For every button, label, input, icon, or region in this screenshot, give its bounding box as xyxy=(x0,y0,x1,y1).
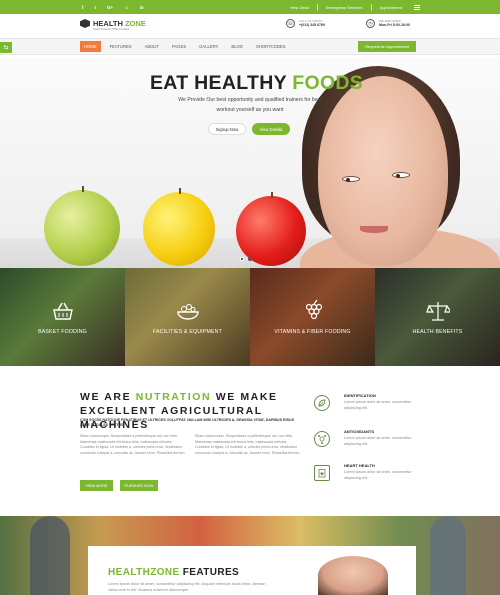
emergency-services-link[interactable]: Emergency Services xyxy=(326,5,363,10)
social-links: f t G+ ☺ in xyxy=(82,5,144,10)
about-title-a: WE ARE xyxy=(80,391,136,403)
feature-label: HEALTH BENEFITS xyxy=(412,329,463,335)
side-item-text: Lorem ipsum dolor sit amet, consectetur … xyxy=(344,400,412,410)
logo[interactable]: HEALTH ZONE Health & Beauty HTML Templat… xyxy=(80,19,146,31)
feature-label: VITAMINS & FIBER FOODING xyxy=(274,329,351,335)
request-appointment-button[interactable]: Request an Appointment xyxy=(358,41,416,52)
divider xyxy=(370,3,372,11)
hero-model-eye xyxy=(342,176,360,182)
about-title-accent: NUTRATION xyxy=(135,391,212,403)
clock-icon: ◷ xyxy=(366,19,375,28)
signup-button[interactable]: Signup Now xyxy=(208,123,246,135)
about-column-2: Etiam ullamcorper. Suspendisse a pellent… xyxy=(195,434,300,455)
banner-person xyxy=(430,516,466,595)
hero-title: EAT HEALTHY FOODS xyxy=(150,72,363,95)
slider-dot[interactable] xyxy=(248,257,252,261)
logo-accent: ZONE xyxy=(124,18,146,28)
side-item-text: Lorem ipsum dolor sit amet, consectetur … xyxy=(344,436,412,446)
linkedin-icon[interactable]: in xyxy=(140,5,144,10)
twitter-icon[interactable]: t xyxy=(95,5,97,10)
feature-label: BASKET FOODING xyxy=(38,329,87,335)
features-card-title-accent: HEALTHZONE xyxy=(108,567,180,578)
side-item-title: HEART HEALTH xyxy=(344,463,375,468)
feature-benefits[interactable]: HEALTH BENEFITS xyxy=(375,268,500,366)
nav-home[interactable]: HOME xyxy=(80,41,101,52)
feature-strip: BASKET FOODING FACILITIES & EQUIPMENT VI… xyxy=(0,268,500,366)
logo-text: HEALTH ZONE xyxy=(93,20,146,28)
top-bar: f t G+ ☺ in Help Desk Emergency Services… xyxy=(0,0,500,14)
contact-phone-value: +(012) 345 6789 xyxy=(299,23,325,28)
menu-icon[interactable] xyxy=(414,4,420,10)
contact-hours-value: Mon-Fri 8:00-16:00 xyxy=(379,23,410,28)
features-card-title-b: FEATURES xyxy=(179,567,240,578)
facebook-icon[interactable]: f xyxy=(82,5,84,10)
skype-icon[interactable]: ☺ xyxy=(124,5,129,10)
red-apple xyxy=(236,192,306,266)
hero-text: We Provide Our best opportunity and qual… xyxy=(178,97,322,113)
logo-main: HEALTH xyxy=(93,18,123,28)
nav-blog[interactable]: BLOG xyxy=(227,41,247,52)
leaf-icon xyxy=(314,395,330,411)
nav-features[interactable]: FEATURES xyxy=(106,41,136,52)
view-more-button[interactable]: VIEW MORE xyxy=(80,480,113,491)
feature-basket[interactable]: BASKET FOODING xyxy=(0,268,125,366)
clipboard-heart-icon xyxy=(314,465,330,481)
grapes-icon xyxy=(301,299,325,323)
card-model-image xyxy=(318,556,388,595)
nav-pages[interactable]: PAGES xyxy=(168,41,190,52)
about-caps-text: CUM SOCIIS NATOQUE PENATIBUS ET ULTRICES… xyxy=(80,418,294,428)
hero-model-eye xyxy=(392,172,410,178)
divider xyxy=(316,3,318,11)
feature-label: FACILITIES & EQUIPMENT xyxy=(153,329,222,335)
molecule-icon xyxy=(314,431,330,447)
side-item-title: ANTIOXIDANTS xyxy=(344,429,374,434)
settings-toggle-icon[interactable]: ⇆ xyxy=(0,42,12,53)
slider-dot[interactable] xyxy=(240,257,244,261)
feature-vitamins[interactable]: VITAMINS & FIBER FOODING xyxy=(250,268,375,366)
bowl-icon xyxy=(176,299,200,323)
side-item-text: Lorem ipsum dolor sit amet, consectetur … xyxy=(344,470,412,480)
pursued-now-button[interactable]: PURSUED NOW xyxy=(120,480,158,491)
top-links: Help Desk Emergency Services Appointment xyxy=(290,3,420,11)
slider-dots xyxy=(240,257,252,261)
yellow-apple xyxy=(143,188,215,266)
about-column-1: Etiam ullamcorper. Suspendisse a pellent… xyxy=(80,434,185,455)
feature-facilities[interactable]: FACILITIES & EQUIPMENT xyxy=(125,268,250,366)
logo-tagline: Health & Beauty HTML Template xyxy=(93,28,130,31)
header: HEALTH ZONE Health & Beauty HTML Templat… xyxy=(0,14,500,38)
green-apple xyxy=(44,186,120,266)
hero-model-lips xyxy=(360,226,388,233)
contact-hours: ◷ WE ARE OPEN! Mon-Fri 8:00-16:00 xyxy=(366,19,410,28)
side-item-title: IDENTIFICATION xyxy=(344,393,376,398)
nav-gallery[interactable]: GALLERY xyxy=(195,41,222,52)
features-card-text: Lorem ipsum dolor sit amet, consectetur … xyxy=(108,582,266,593)
hero-title-accent: FOODS xyxy=(292,72,364,94)
phone-icon: ☏ xyxy=(286,19,295,28)
google-plus-icon[interactable]: G+ xyxy=(107,5,113,10)
view-details-button[interactable]: View Details xyxy=(252,123,290,135)
features-card-title: HEALTHZONE FEATURES xyxy=(108,567,239,578)
main-nav: HOME FEATURES ABOUT PAGES GALLERY BLOG S… xyxy=(80,41,290,52)
scale-icon xyxy=(425,299,450,323)
contact-phone: ☏ CALL US TODAY! +(012) 345 6789 xyxy=(286,19,325,28)
nav-shortcodes[interactable]: SHORTCODES xyxy=(252,41,289,52)
appointment-link[interactable]: Appointment xyxy=(380,5,402,10)
nav-about[interactable]: ABOUT xyxy=(141,41,163,52)
banner-person xyxy=(30,516,70,595)
hero-title-main: EAT HEALTHY xyxy=(150,72,293,94)
help-desk-link[interactable]: Help Desk xyxy=(290,5,308,10)
basket-icon xyxy=(51,299,75,323)
logo-cube-icon xyxy=(80,19,90,28)
hero-model-face xyxy=(318,76,448,266)
